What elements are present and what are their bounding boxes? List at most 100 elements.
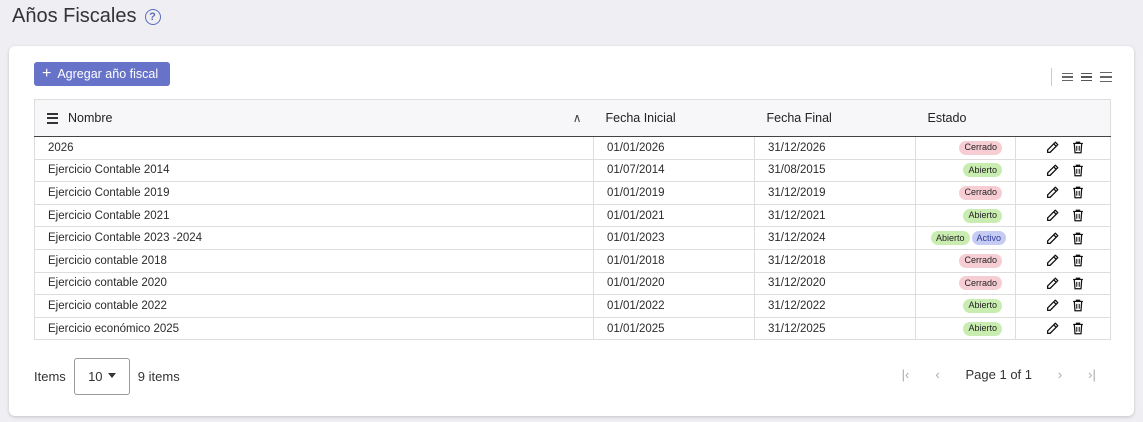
table-row[interactable]: Ejercicio Contable 2019 01/01/2019 31/12/2… (34, 181, 1111, 205)
cell-start-date: 01/01/2021 (593, 203, 755, 228)
comfortable-density-icon[interactable] (1100, 71, 1112, 83)
status-badge: Abierto (963, 163, 1002, 178)
cell-end-date: 31/12/2024 (754, 226, 916, 250)
standard-density-icon[interactable] (1081, 72, 1092, 82)
column-header-name[interactable]: Nombre ∧ (34, 99, 594, 137)
cell-status: Cerrado (915, 248, 1016, 273)
cell-name: Ejercicio Contable 2019 (34, 181, 594, 205)
cell-status: Cerrado (915, 136, 1016, 160)
column-header-end-date[interactable]: Fecha Final (754, 99, 916, 137)
status-badge: Abierto (963, 208, 1002, 223)
cell-status: Abierto (915, 203, 1016, 228)
cell-status: Abierto (915, 158, 1016, 183)
edit-pencil-icon[interactable] (1044, 275, 1060, 291)
cell-actions (1015, 226, 1111, 250)
delete-trash-icon[interactable] (1070, 321, 1086, 337)
first-page-icon[interactable]: |‹ (890, 367, 922, 382)
delete-trash-icon[interactable] (1070, 275, 1086, 291)
status-badge: Abierto (963, 298, 1002, 313)
cell-actions (1015, 136, 1111, 160)
delete-trash-icon[interactable] (1070, 208, 1086, 224)
edit-pencil-icon[interactable] (1044, 185, 1060, 201)
edit-pencil-icon[interactable] (1044, 162, 1060, 178)
table-header-row: Nombre ∧ Fecha Inicial Fecha Final Estad… (34, 99, 1111, 137)
cell-start-date: 01/01/2026 (593, 136, 755, 160)
status-badge: Cerrado (959, 276, 1002, 291)
cell-start-date: 01/01/2020 (593, 271, 755, 296)
items-count: 9 items (137, 369, 180, 384)
cell-name: 2026 (34, 136, 594, 160)
page-size-value: 10 (88, 369, 103, 384)
cell-status: Abierto (915, 316, 1016, 341)
table-row[interactable]: Ejercicio contable 2020 01/01/2020 31/12/2… (34, 271, 1111, 296)
column-menu-icon[interactable] (47, 112, 58, 124)
delete-trash-icon[interactable] (1070, 185, 1086, 201)
cell-end-date: 31/12/2021 (754, 203, 916, 228)
cell-end-date: 31/12/2020 (754, 271, 916, 296)
table-row[interactable]: Ejercicio contable 2022 01/01/2022 31/12/2… (34, 294, 1111, 318)
cell-actions (1015, 294, 1111, 318)
next-page-icon[interactable]: › (1044, 367, 1076, 382)
add-fiscal-year-button[interactable]: + Agregar año fiscal (34, 62, 170, 86)
last-page-icon[interactable]: ›| (1076, 367, 1108, 382)
column-header-status[interactable]: Estado (915, 99, 1016, 137)
previous-page-icon[interactable]: ‹ (922, 367, 954, 382)
cell-actions (1015, 248, 1111, 273)
cell-name: Ejercicio contable 2022 (34, 294, 594, 318)
cell-end-date: 31/12/2018 (754, 248, 916, 273)
delete-trash-icon[interactable] (1070, 298, 1086, 314)
edit-pencil-icon[interactable] (1044, 253, 1060, 269)
cell-status: Abierto Activo (915, 226, 1016, 250)
table-row[interactable]: Ejercicio económico 2025 01/01/2025 31/12/… (34, 316, 1111, 341)
edit-pencil-icon[interactable] (1044, 140, 1060, 156)
sort-ascending-icon[interactable]: ∧ (573, 111, 582, 125)
cell-name: Ejercicio contable 2018 (34, 248, 594, 273)
table-row[interactable]: Ejercicio Contable 2014 01/07/2014 31/08/2… (34, 158, 1111, 183)
status-badge: Activo (971, 231, 1007, 246)
cell-start-date: 01/07/2014 (593, 158, 755, 183)
table-row[interactable]: Ejercicio Contable 2023 -2024 01/01/2023 3… (34, 226, 1111, 250)
delete-trash-icon[interactable] (1070, 140, 1086, 156)
status-badge: Abierto (963, 321, 1002, 336)
cell-status: Cerrado (915, 181, 1016, 205)
table-row[interactable]: Ejercicio Contable 2021 01/01/2021 31/12/2… (34, 203, 1111, 228)
cell-end-date: 31/12/2025 (754, 316, 916, 341)
edit-pencil-icon[interactable] (1044, 230, 1060, 246)
cell-actions (1015, 316, 1111, 341)
pagination: |‹ ‹ Page 1 of 1 › ›| (890, 367, 1109, 382)
compact-density-icon[interactable] (1062, 72, 1073, 82)
column-header-start-date[interactable]: Fecha Inicial (593, 99, 755, 137)
add-fiscal-year-label: Agregar año fiscal (57, 67, 159, 81)
cell-start-date: 01/01/2019 (593, 181, 755, 205)
cell-start-date: 01/01/2018 (593, 248, 755, 273)
delete-trash-icon[interactable] (1070, 230, 1086, 246)
cell-actions (1015, 158, 1111, 183)
cell-start-date: 01/01/2022 (593, 294, 755, 318)
table-row[interactable]: Ejercicio contable 2018 01/01/2018 31/12/2… (34, 248, 1111, 273)
items-label: Items (34, 369, 66, 384)
fiscal-years-table: Nombre ∧ Fecha Inicial Fecha Final Estad… (34, 99, 1111, 341)
cell-status: Cerrado (915, 271, 1016, 296)
cell-start-date: 01/01/2023 (593, 226, 755, 250)
edit-pencil-icon[interactable] (1044, 298, 1060, 314)
column-header-actions (1015, 99, 1111, 137)
edit-pencil-icon[interactable] (1044, 208, 1060, 224)
delete-trash-icon[interactable] (1070, 162, 1086, 178)
cell-name: Ejercicio contable 2020 (34, 271, 594, 296)
status-badge: Cerrado (959, 140, 1002, 155)
caret-down-icon (107, 372, 116, 378)
edit-pencil-icon[interactable] (1044, 321, 1060, 337)
fiscal-years-card: + Agregar año fiscal Nombre ∧ Fecha Inic… (9, 46, 1134, 416)
cell-end-date: 31/12/2026 (754, 136, 916, 160)
density-toggle (1051, 68, 1112, 86)
delete-trash-icon[interactable] (1070, 253, 1086, 269)
column-header-name-label: Nombre (68, 111, 113, 125)
question-circle-icon[interactable]: ? (144, 8, 161, 25)
cell-end-date: 31/08/2015 (754, 158, 916, 183)
status-badge: Abierto (931, 231, 970, 246)
page-size-select[interactable]: 10 (73, 358, 130, 395)
cell-name: Ejercicio Contable 2023 -2024 (34, 226, 594, 250)
cell-actions (1015, 203, 1111, 228)
table-row[interactable]: 2026 01/01/2026 31/12/2026 Cerrado (34, 136, 1111, 160)
status-badge: Cerrado (959, 185, 1002, 200)
